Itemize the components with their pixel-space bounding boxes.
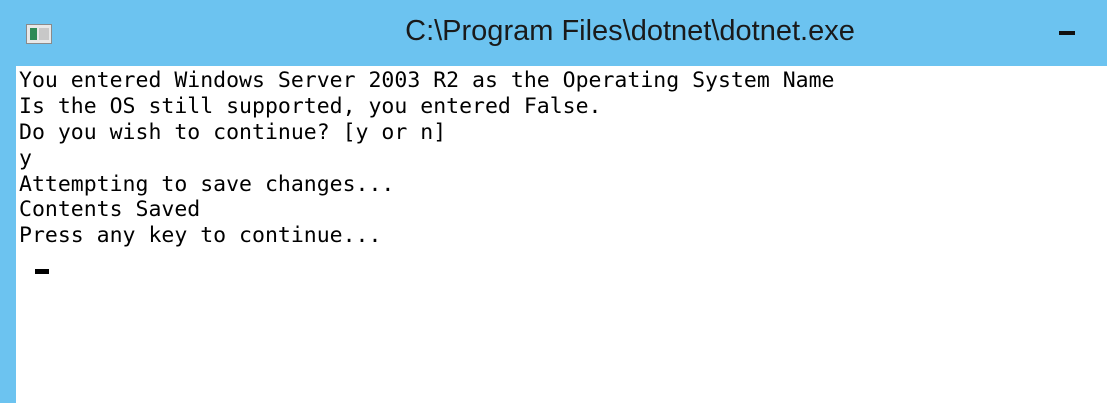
console-window: C:\Program Files\dotnet\dotnet.exe You e… [0, 0, 1107, 403]
minimize-icon [1059, 31, 1075, 35]
console-line: y [19, 145, 32, 171]
console-line: Is the OS still supported, you entered F… [19, 93, 602, 119]
console-line: Press any key to continue... [19, 223, 382, 249]
console-output[interactable]: You entered Windows Server 2003 R2 as th… [16, 66, 1107, 403]
console-line: Contents Saved [19, 197, 201, 223]
console-line: You entered Windows Server 2003 R2 as th… [19, 68, 835, 93]
console-line: Do you wish to continue? [y or n] [19, 119, 447, 145]
window-title: C:\Program Files\dotnet\dotnet.exe [405, 15, 855, 47]
console-line: Attempting to save changes... [19, 171, 395, 197]
text-cursor [35, 269, 49, 274]
title-bar[interactable]: C:\Program Files\dotnet\dotnet.exe [0, 0, 1107, 66]
minimize-button[interactable] [1045, 14, 1091, 50]
